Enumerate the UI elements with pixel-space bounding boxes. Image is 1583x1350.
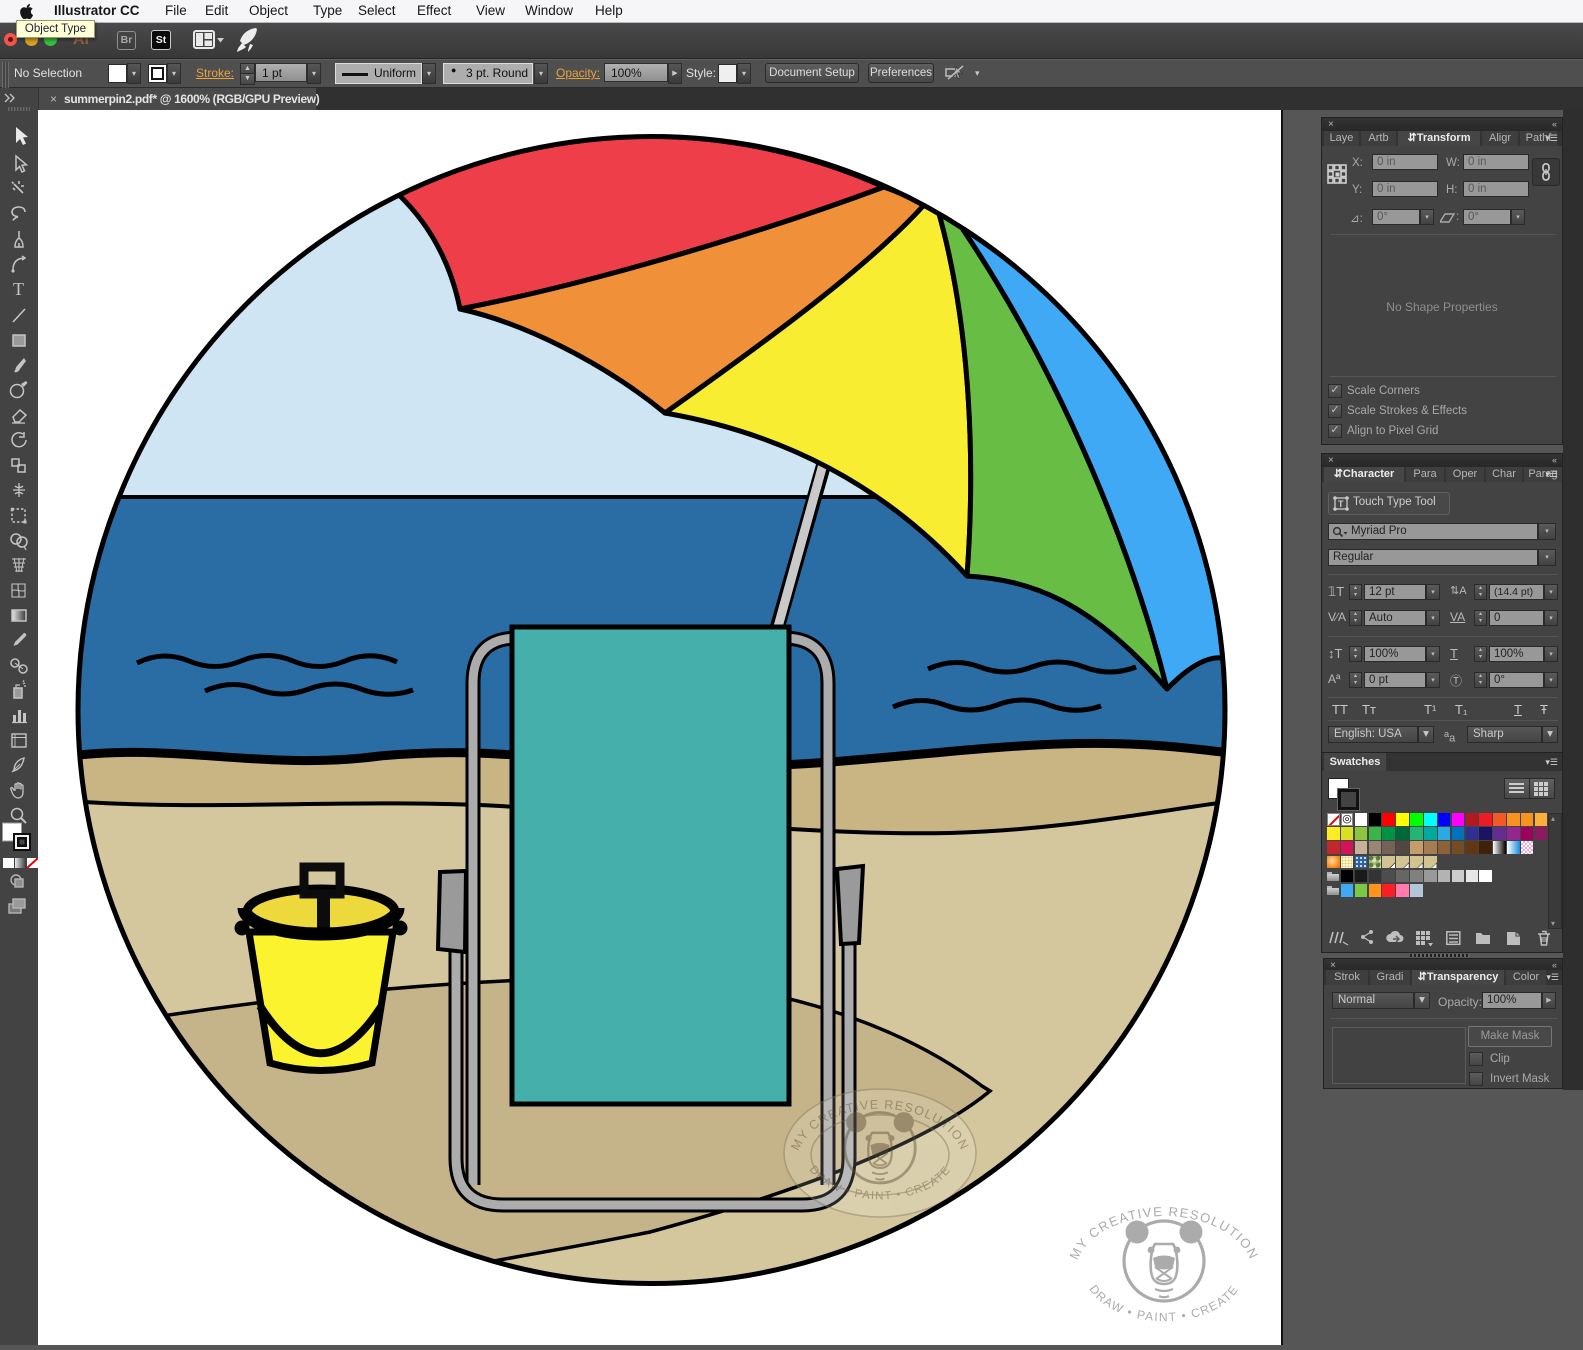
svg-text:T: T xyxy=(13,279,24,299)
svg-text:DRAW • PAINT • CREATE: DRAW • PAINT • CREATE xyxy=(1086,1282,1241,1324)
svg-text:T: T xyxy=(1338,499,1344,509)
svg-text:MY CREATIVE RESOLUTION: MY CREATIVE RESOLUTION xyxy=(1066,1204,1261,1262)
